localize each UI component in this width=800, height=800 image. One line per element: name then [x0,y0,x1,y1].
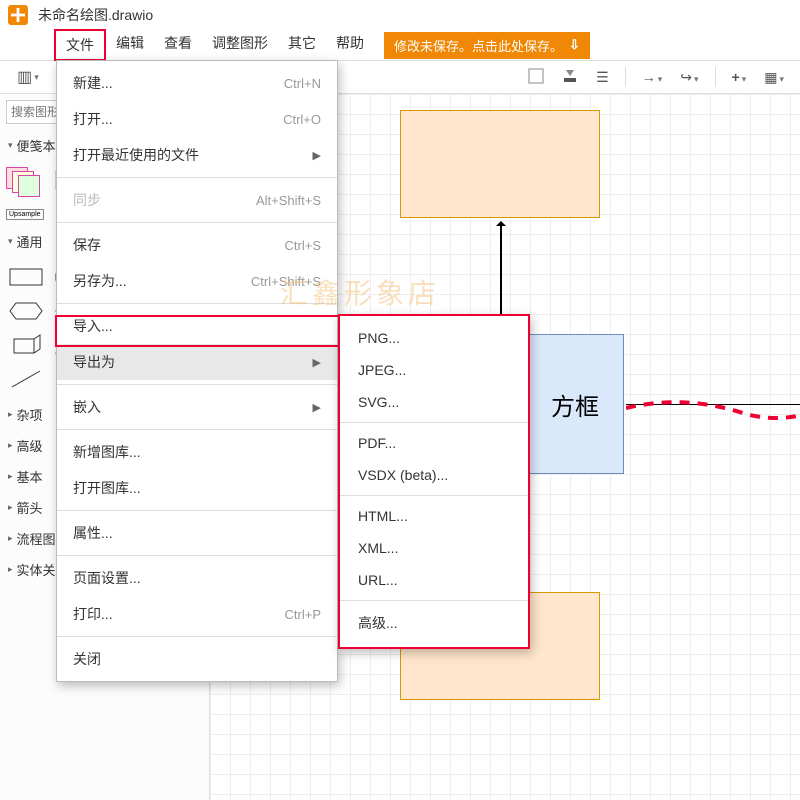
file-menu-item[interactable]: 关闭 [57,641,337,677]
file-menu-item[interactable]: 新增图库... [57,434,337,470]
shape-hexagon[interactable] [6,297,46,325]
canvas-dashed-red[interactable] [626,400,800,430]
waypoints-button[interactable]: ↪▾ [674,67,704,88]
file-menu-item[interactable]: 打开图库... [57,470,337,506]
menu-extras[interactable]: 其它 [278,29,326,61]
insert-button[interactable]: +▾ [726,67,753,87]
table-button[interactable]: ▦▾ [758,67,790,88]
file-menu-item: 同步Alt+Shift+S [57,182,337,218]
export-menu-item[interactable]: XML... [340,532,528,564]
export-menu-item[interactable]: JPEG... [340,354,528,386]
export-menu-item[interactable]: VSDX (beta)... [340,459,528,491]
canvas-box-label: 方框 [551,387,599,422]
file-menu-item[interactable]: 嵌入▶ [57,389,337,425]
shape-cube[interactable] [6,331,46,359]
line-color-button[interactable] [556,66,584,89]
scratch-upsample[interactable]: Upsample [6,209,44,220]
document-title: 未命名绘图.drawio [38,5,153,25]
shape-rectangle[interactable] [6,263,46,291]
menu-edit[interactable]: 编辑 [106,29,154,61]
export-menu-item[interactable]: 高级... [340,605,528,641]
file-menu-item[interactable]: 另存为...Ctrl+Shift+S [57,263,337,299]
menu-help[interactable]: 帮助 [326,29,374,61]
canvas-box[interactable]: 方框 [526,334,624,474]
menu-view[interactable]: 查看 [154,29,202,61]
canvas-rect-top[interactable] [400,110,600,218]
menu-arrange[interactable]: 调整图形 [202,29,278,61]
export-menu-item[interactable]: PDF... [340,427,528,459]
file-menu-item[interactable]: 属性... [57,515,337,551]
file-menu-item[interactable]: 新建...Ctrl+N [57,65,337,101]
export-menu-item[interactable]: PNG... [340,322,528,354]
file-menu-item[interactable]: 导出为▶ [57,344,337,380]
file-menu-dropdown: 新建...Ctrl+N打开...Ctrl+O打开最近使用的文件▶ 同步Alt+Sh… [56,60,338,682]
file-menu-item[interactable]: 打开最近使用的文件▶ [57,137,337,173]
connection-button[interactable]: →▾ [636,67,669,87]
export-menu-item[interactable]: SVG... [340,386,528,418]
unsaved-warning-text: 修改未保存。点击此处保存。 [394,36,563,55]
file-menu-item[interactable]: 保存Ctrl+S [57,227,337,263]
sidebar-toggle-icon[interactable]: ▥▾ [17,66,39,88]
download-icon: ⇩ [569,37,580,53]
file-menu-item[interactable]: 打开...Ctrl+O [57,101,337,137]
export-menu-item[interactable]: HTML... [340,500,528,532]
export-submenu: PNG...JPEG...SVG... PDF...VSDX (beta)... H… [338,314,530,649]
app-logo [8,5,28,25]
unsaved-warning[interactable]: 修改未保存。点击此处保存。 ⇩ [384,32,590,59]
export-menu-item[interactable]: URL... [340,564,528,596]
fill-color-button[interactable] [522,66,550,89]
file-menu-item[interactable]: 页面设置... [57,560,337,596]
shape-line-d1[interactable] [6,365,46,393]
scratch-stack[interactable] [6,167,46,197]
shadow-button[interactable]: ☰ [590,67,615,88]
file-menu-item[interactable]: 导入... [57,308,337,344]
menu-file[interactable]: 文件 [54,29,106,61]
file-menu-item[interactable]: 打印...Ctrl+P [57,596,337,632]
